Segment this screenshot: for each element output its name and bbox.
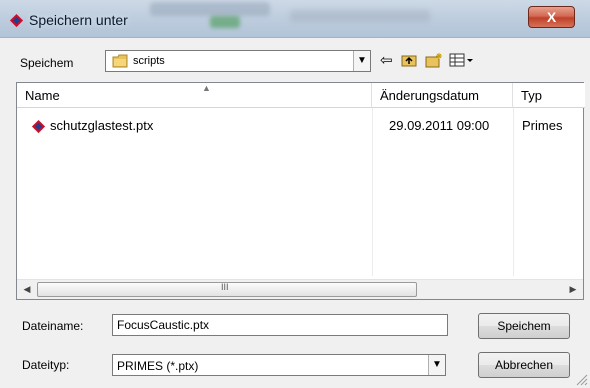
- chevron-down-icon[interactable]: ▼: [428, 355, 445, 375]
- back-arrow-icon[interactable]: ⇦: [380, 52, 393, 70]
- filetype-dropdown[interactable]: PRIMES (*.ptx) ▼: [112, 354, 446, 376]
- view-menu-icon[interactable]: [449, 52, 475, 70]
- file-list[interactable]: Name ▲ Änderungsdatum Typ schutzglastest…: [16, 82, 585, 300]
- folder-icon: [112, 54, 128, 68]
- cancel-button[interactable]: Abbrechen: [478, 352, 570, 378]
- background-blur: [290, 10, 430, 22]
- column-header-date[interactable]: Änderungsdatum: [372, 83, 513, 108]
- save-button[interactable]: Speichem: [478, 313, 570, 339]
- chevron-down-icon[interactable]: ▼: [353, 51, 370, 71]
- file-type: Primes: [522, 118, 563, 133]
- file-name: schutzglastest.ptx: [50, 118, 154, 133]
- filetype-value: PRIMES (*.ptx): [117, 359, 199, 373]
- sort-ascending-icon: ▲: [202, 83, 211, 93]
- up-folder-icon[interactable]: [401, 52, 417, 70]
- save-in-label: Speichem: [20, 56, 74, 70]
- background-blur: [210, 16, 240, 28]
- file-date: 29.09.2011 09:00: [389, 118, 490, 133]
- resize-grip-icon[interactable]: [574, 372, 588, 386]
- column-header-type[interactable]: Typ: [513, 83, 585, 108]
- close-button[interactable]: X: [528, 6, 575, 28]
- window-title: Speichern unter: [29, 12, 128, 28]
- filetype-label: Dateityp:: [22, 358, 70, 372]
- column-header-name[interactable]: Name: [17, 83, 372, 108]
- location-value: scripts: [133, 55, 165, 67]
- scroll-grip: III: [221, 282, 229, 292]
- filename-field[interactable]: [112, 314, 448, 336]
- scroll-left-icon[interactable]: ◀: [19, 282, 35, 297]
- scrollbar-thumb[interactable]: III: [37, 282, 417, 297]
- filename-label: Dateiname:: [22, 319, 84, 333]
- primes-file-icon: [31, 119, 46, 134]
- horizontal-scrollbar[interactable]: ◀ III ▶: [17, 279, 583, 299]
- title-bar: Speichern unter X: [0, 0, 590, 38]
- location-dropdown[interactable]: scripts ▼: [105, 50, 371, 72]
- primes-app-icon: [9, 13, 24, 28]
- new-folder-icon[interactable]: [425, 52, 443, 70]
- file-row[interactable]: schutzglastest.ptx 29.09.2011 09:00 Prim…: [17, 117, 583, 135]
- scroll-right-icon[interactable]: ▶: [565, 282, 581, 297]
- background-blur: [150, 2, 270, 16]
